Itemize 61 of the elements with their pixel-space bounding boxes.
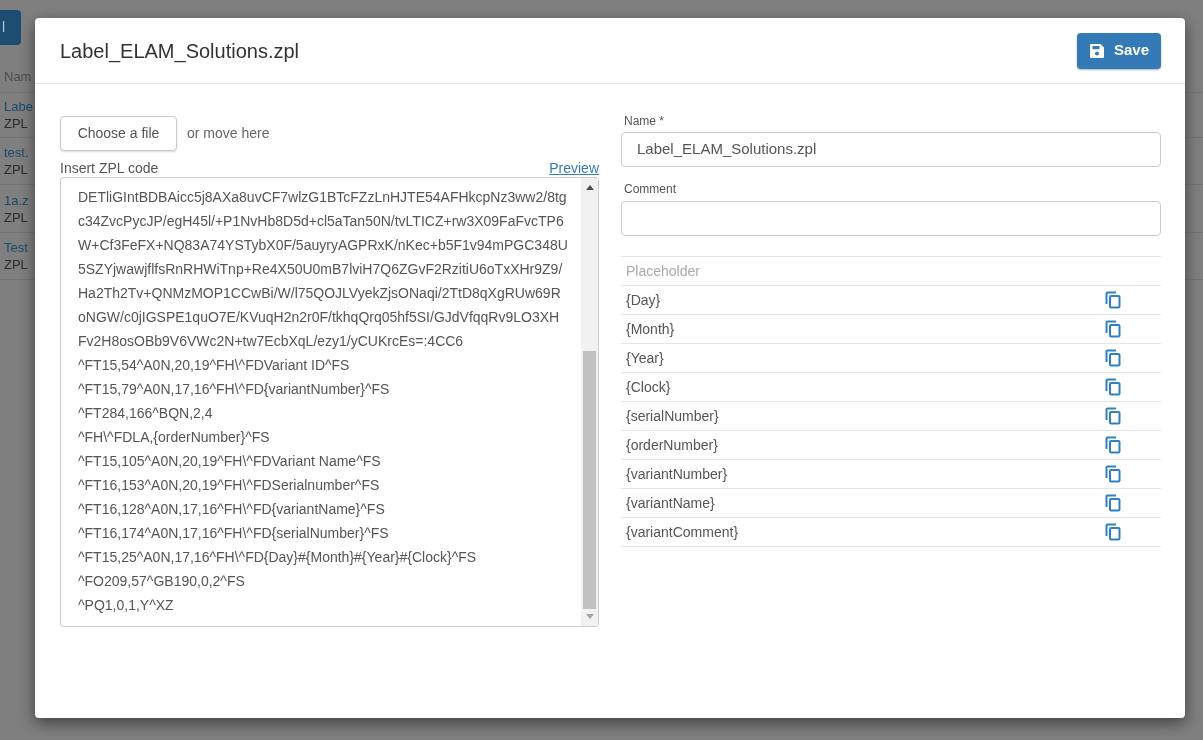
code-line: ^FT15,79^A0N,17,16^FH\^FD{variantNumber}^FS: [78, 380, 390, 399]
code-line: 5SZYjwawjflfsRnRHWiTnp+Re4X50U0mB7lviH7Q6ZGvF2RzitiU6oTxXHr9Z9/: [78, 260, 563, 279]
copy-icon[interactable]: [1105, 465, 1121, 483]
code-line: ^FT16,174^A0N,17,16^FH\^FD{serialNumber}^FS: [78, 524, 389, 543]
placeholder-name: {serialNumber}: [626, 406, 719, 426]
save-button[interactable]: Save: [1077, 32, 1161, 69]
code-line: ^FT15,54^A0N,20,19^FH\^FDVariant ID^FS: [78, 356, 350, 375]
background-button[interactable]: l: [0, 10, 21, 45]
placeholder-column-header: Placeholder: [626, 261, 700, 281]
placeholder-name: {Clock}: [626, 377, 671, 397]
comment-input[interactable]: [621, 201, 1161, 236]
code-line: ^FT16,153^A0N,20,19^FH\^FDSerialnumber^FS: [78, 476, 380, 495]
file-link[interactable]: test.: [4, 144, 29, 161]
code-line: ^FT15,25^A0N,17,16^FH\^FD{Day}#{Month}#{Year}#{Clock}^FS: [78, 548, 477, 567]
code-line: ^PQ1,0,1,Y^XZ: [78, 596, 174, 615]
preview-link[interactable]: Preview: [549, 159, 599, 177]
scroll-up-arrow-icon[interactable]: [585, 185, 594, 190]
scrollbar-thumb[interactable]: [583, 351, 596, 609]
placeholder-name: {variantNumber}: [626, 464, 728, 484]
placeholder-name: {orderNumber}: [626, 435, 718, 455]
copy-icon[interactable]: [1105, 291, 1121, 309]
code-line: ^FT15,105^A0N,20,19^FH\^FDVariant Name^FS: [78, 452, 381, 471]
scroll-down-arrow-icon[interactable]: [585, 614, 594, 619]
zpl-code-field[interactable]: [60, 177, 599, 627]
dialog-title: Label_ELAM_Solutions.zpl: [60, 38, 300, 65]
file-type: ZPL: [4, 115, 28, 132]
code-line: ^FT284,166^BQN,2,4: [78, 404, 213, 423]
code-line: DETliGIntBDBAicc5j8AXa8uvCF7wlzG1BTcFZzLnHJTE54AFHkcpNz3ww2/8tg: [78, 188, 567, 207]
placeholder-name: {variantComment}: [626, 522, 739, 542]
copy-icon[interactable]: [1105, 407, 1121, 425]
copy-icon[interactable]: [1105, 523, 1121, 541]
placeholder-name: {Month}: [626, 319, 675, 339]
choose-file-button[interactable]: Choose a file: [60, 116, 177, 151]
code-line: ^FH\^FDLA,{orderNumber}^FS: [78, 428, 270, 447]
placeholder-name: {Year}: [626, 348, 664, 368]
copy-icon[interactable]: [1105, 320, 1121, 338]
comment-label: Comment: [623, 182, 677, 196]
code-line: Fv2H8osOBb9V6VWc2N+tw7EcbXqL/ezy1/yCUKrcEs=:4CC6: [78, 332, 464, 351]
drop-hint: or move here: [187, 124, 270, 143]
copy-icon[interactable]: [1105, 378, 1121, 396]
code-line: c34ZvcPycJP/egH45l/+P1NvHb8D5d+cl5aTan50N/tvLTICZ+rw3X09FaFvcTP6: [78, 212, 564, 231]
placeholder-name: {Day}: [626, 290, 661, 310]
file-type: ZPL: [4, 256, 28, 273]
scrollbar[interactable]: [581, 178, 598, 626]
copy-icon[interactable]: [1105, 349, 1121, 367]
file-link[interactable]: 1a.z: [4, 191, 29, 209]
file-link[interactable]: Test: [4, 239, 28, 256]
name-label: Name *: [623, 114, 665, 128]
copy-icon[interactable]: [1105, 436, 1121, 454]
file-link[interactable]: Labe: [4, 98, 33, 115]
code-line: Ha2Th2Tv+QNMzMOP1CCwBi/W/l75QOJLVyekZjsONaqi/2TtD8qXgRUw69R: [78, 284, 561, 303]
file-type: ZPL: [4, 161, 28, 178]
code-line: ^FT16,128^A0N,17,16^FH\^FD{variantName}^FS: [78, 500, 385, 519]
code-line: oNGW/c0jIGSPE1quO7E/KVuqH2n2r0F/tkhqQrq05hf5SI/GJdVfqqRv9LO3XH: [78, 308, 560, 327]
file-type: ZPL: [4, 208, 28, 226]
placeholder-name: {variantName}: [626, 493, 715, 513]
code-line: W+Cf3FeFX+NQ83A74YSTybX0F/5auyryAGPRxK/nKec+b5F1v94mPGC348U: [78, 236, 568, 255]
name-input[interactable]: Label_ELAM_Solutions.zpl: [621, 132, 1161, 167]
copy-icon[interactable]: [1105, 494, 1121, 512]
code-line: ^FO209,57^GB190,0,2^FS: [78, 572, 245, 591]
code-label: Insert ZPL code: [60, 159, 159, 177]
